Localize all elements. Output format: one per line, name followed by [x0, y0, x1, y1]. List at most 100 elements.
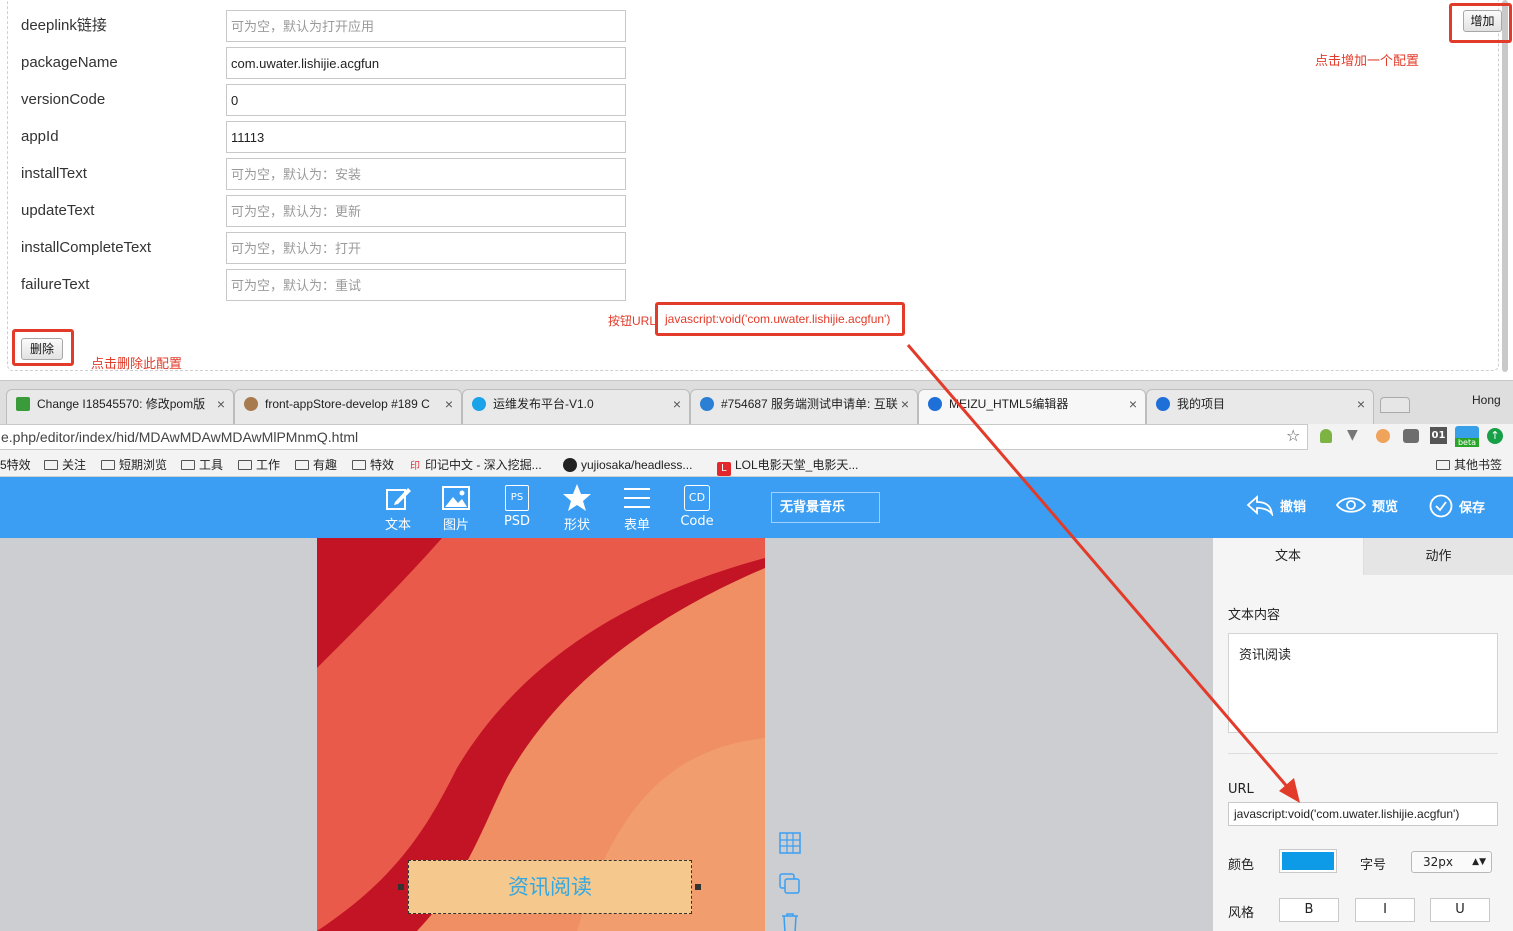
text-content-input[interactable]: 资讯阅读: [1228, 633, 1498, 733]
browser-url-bar: e.php/editor/index/hid/MDAwMDAwMDAwMlPMn…: [0, 424, 1513, 453]
close-tab-icon[interactable]: ×: [217, 390, 225, 418]
label-versioncode: versionCode: [21, 91, 106, 108]
tab-html5-editor[interactable]: MEIZU_HTML5编辑器 ×: [918, 389, 1146, 425]
tab-jenkins[interactable]: front-appStore-develop #189 C ×: [234, 389, 462, 425]
label-failuretext: failureText: [21, 276, 90, 293]
input-packagename[interactable]: [226, 47, 626, 79]
tool-image-button[interactable]: 图片: [431, 482, 481, 533]
grid-icon[interactable]: [779, 832, 801, 854]
lol-movie-icon: L: [717, 462, 731, 476]
extension-icon[interactable]: [1376, 429, 1390, 443]
tool-label: PSD: [503, 514, 531, 529]
bookmark-label: 关注: [62, 458, 87, 472]
button-url-value[interactable]: javascript:void('com.uwater.lishijie.acg…: [665, 312, 890, 326]
delete-config-button[interactable]: 删除: [21, 338, 63, 360]
bookmark-item[interactable]: 5特效: [0, 456, 31, 474]
bookmark-item[interactable]: yujiosaka/headless...: [563, 456, 692, 474]
undo-button[interactable]: 撤销: [1246, 494, 1306, 516]
github-icon: [563, 458, 577, 472]
tab-test-request[interactable]: #754687 服务端测试申请单: 互联 ×: [690, 389, 918, 425]
bookmark-folder[interactable]: 特效: [352, 456, 394, 474]
canvas-text-element[interactable]: 资讯阅读: [408, 860, 692, 914]
preview-button[interactable]: 预览: [1336, 494, 1398, 516]
address-input[interactable]: e.php/editor/index/hid/MDAwMDAwMDAwMlPMn…: [0, 424, 1308, 450]
other-bookmarks[interactable]: 其他书签: [1436, 456, 1502, 474]
copy-icon[interactable]: [779, 873, 801, 895]
bookmark-label: 短期浏览: [119, 458, 168, 472]
input-installtext[interactable]: [226, 158, 626, 190]
trash-icon[interactable]: [779, 912, 801, 931]
tool-code-button[interactable]: CD Code: [672, 482, 722, 529]
browser-tab-bar: Change I18545570: 修改pom版 × front-appStor…: [0, 380, 1513, 425]
bookmark-folder[interactable]: 工具: [181, 456, 223, 474]
star-icon: [552, 482, 602, 514]
tool-shape-button[interactable]: 形状: [552, 482, 602, 533]
url-input[interactable]: javascript:void('com.uwater.lishijie.acg…: [1228, 802, 1498, 826]
bookmark-label: yujiosaka/headless...: [581, 458, 693, 472]
color-label: 颜色: [1228, 858, 1255, 873]
check-circle-icon: [1429, 494, 1453, 518]
folder-icon: [44, 460, 58, 470]
style-label: 风格: [1228, 906, 1255, 921]
tool-form-button[interactable]: 表单: [612, 482, 662, 533]
update-arrow-icon[interactable]: ↑: [1487, 428, 1503, 444]
tool-psd-button[interactable]: PS PSD: [492, 482, 542, 529]
select-arrows-icon: ▲▼: [1472, 857, 1486, 867]
input-appid[interactable]: [226, 121, 626, 153]
tab-text[interactable]: 文本: [1213, 538, 1363, 575]
tab-my-projects[interactable]: 我的项目 ×: [1146, 389, 1374, 425]
font-size-select[interactable]: 32px ▲▼: [1411, 851, 1492, 873]
color-picker[interactable]: [1279, 849, 1337, 873]
close-tab-icon[interactable]: ×: [1129, 390, 1137, 418]
01-extension-icon[interactable]: 01: [1430, 427, 1447, 444]
input-failuretext[interactable]: [226, 269, 626, 301]
vue-extension-icon[interactable]: ▼: [1347, 427, 1358, 443]
tab-action[interactable]: 动作: [1363, 538, 1513, 575]
editor-toolbar: 文本 图片 PS PSD 形状 表单 CD Code 无背景音乐 撤销 预览 保…: [0, 477, 1513, 538]
tab-ops-platform[interactable]: 运维发布平台-V1.0 ×: [462, 389, 690, 425]
close-tab-icon[interactable]: ×: [1357, 390, 1365, 418]
input-versioncode[interactable]: [226, 84, 626, 116]
profile-name[interactable]: Hong: [1472, 393, 1501, 407]
input-deeplink[interactable]: [226, 10, 626, 42]
yinji-icon: 印: [410, 461, 420, 472]
android-extension-icon[interactable]: [1320, 429, 1332, 443]
close-tab-icon[interactable]: ×: [901, 390, 909, 418]
bookmark-folder[interactable]: 有趣: [295, 456, 337, 474]
bookmark-folder[interactable]: 短期浏览: [101, 456, 167, 474]
background-music-select[interactable]: 无背景音乐: [771, 492, 880, 523]
bookmark-item[interactable]: 印印记中文 - 深入挖掘...: [410, 456, 542, 476]
resize-handle-right[interactable]: [695, 884, 701, 890]
bookmark-item[interactable]: L LOL电影天堂_电影天...: [717, 456, 858, 476]
tool-text-button[interactable]: 文本: [373, 482, 423, 533]
add-config-button[interactable]: 增加: [1463, 10, 1502, 32]
bookmark-label: 有趣: [313, 458, 338, 472]
italic-button[interactable]: I: [1355, 898, 1415, 922]
tab-title: 我的项目: [1177, 397, 1226, 411]
resize-handle-left[interactable]: [398, 884, 404, 890]
meizu-favicon-icon: [928, 397, 942, 411]
cat-extension-icon[interactable]: [1403, 429, 1419, 443]
underline-button[interactable]: U: [1430, 898, 1490, 922]
bookmark-folder[interactable]: 关注: [44, 456, 86, 474]
input-installcompletetext[interactable]: [226, 232, 626, 264]
tab-title: front-appStore-develop #189 C: [265, 397, 430, 411]
new-tab-button[interactable]: [1380, 397, 1410, 413]
input-updatetext[interactable]: [226, 195, 626, 227]
add-hint: 点击增加一个配置: [1315, 53, 1420, 68]
tab-title: 运维发布平台-V1.0: [493, 397, 594, 411]
folder-icon: [1436, 460, 1450, 470]
bookmark-label: 印记中文 - 深入挖掘...: [425, 458, 542, 472]
bookmark-label: 工作: [256, 458, 281, 472]
scrollbar-thumb[interactable]: [1502, 0, 1508, 372]
bold-button[interactable]: B: [1279, 898, 1339, 922]
delete-hint: 点击删除此配置: [91, 356, 183, 371]
redmine-favicon-icon: [700, 397, 714, 411]
close-tab-icon[interactable]: ×: [445, 390, 453, 418]
bookmark-folder[interactable]: 工作: [238, 456, 280, 474]
save-button[interactable]: 保存: [1429, 494, 1485, 518]
close-tab-icon[interactable]: ×: [673, 390, 681, 418]
tab-gerrit[interactable]: Change I18545570: 修改pom版 ×: [6, 389, 234, 425]
bookmark-star-icon[interactable]: ☆: [1286, 426, 1300, 445]
label-updatetext: updateText: [21, 202, 95, 219]
